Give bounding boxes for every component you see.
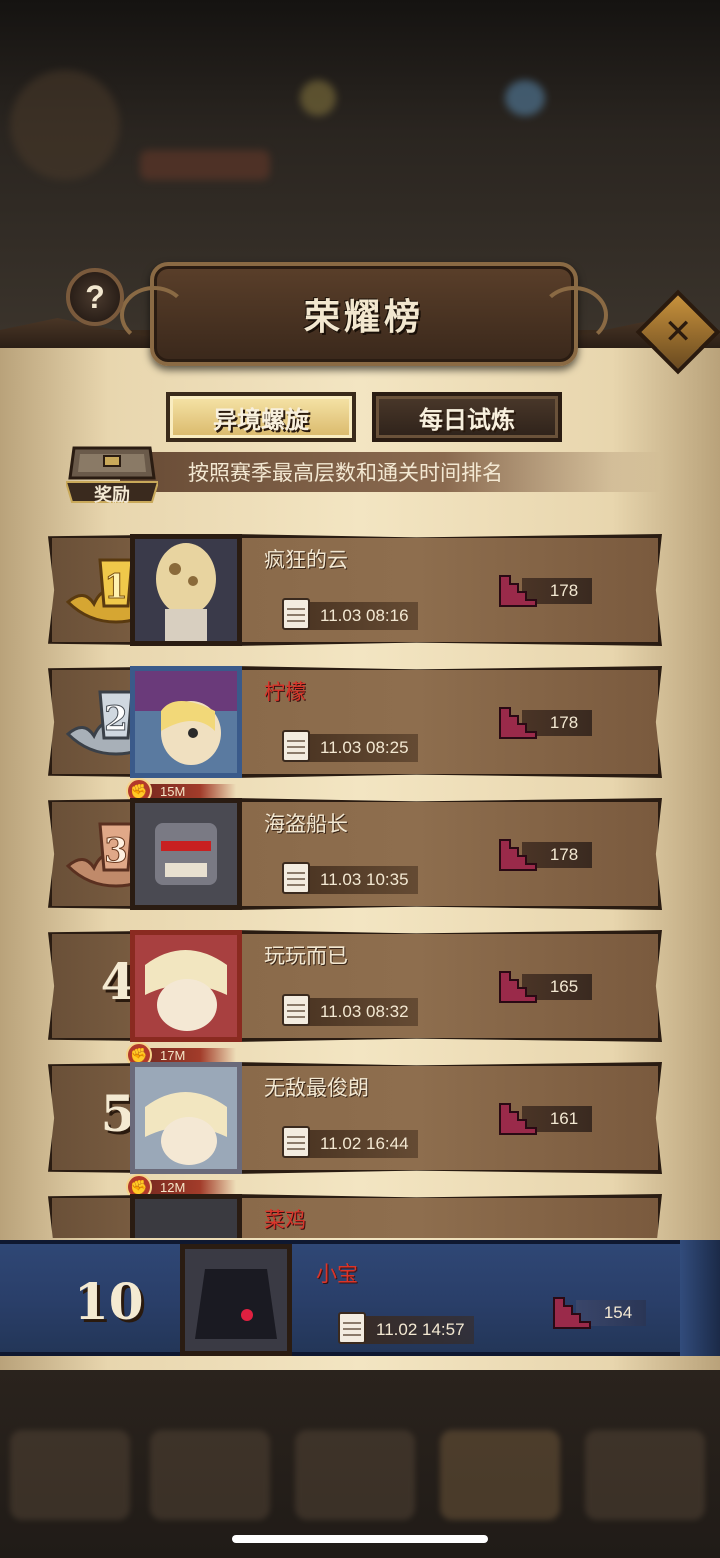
clear-time: 11.03 08:16 (282, 598, 418, 630)
floor-count: 178 (498, 704, 594, 740)
calendar-icon (338, 1312, 366, 1344)
self-rank-number: 10 (74, 1272, 144, 1331)
player-name: 海盗船长 (264, 813, 348, 836)
ranking-description: 按照赛季最高层数和通关时间排名 (120, 452, 660, 492)
clear-time: 11.02 16:44 (282, 1126, 418, 1158)
floor-count: 178 (498, 572, 594, 608)
page-title: 荣耀榜 (303, 296, 424, 337)
clear-time: 11.03 08:25 (282, 730, 418, 762)
player-name: 菜鸡 (264, 1209, 306, 1232)
home-indicator[interactable] (232, 1535, 488, 1543)
reward-button[interactable]: 奖励 (64, 438, 160, 506)
stairs-icon (499, 971, 537, 1003)
clear-time: 11.03 10:35 (282, 862, 418, 894)
svg-text:3: 3 (104, 831, 128, 871)
avatar[interactable] (130, 666, 242, 778)
avatar[interactable] (130, 1194, 242, 1238)
player-name: 疯狂的云 (264, 549, 348, 572)
stairs-icon (499, 839, 537, 871)
avatar[interactable] (130, 798, 242, 910)
player-name: 柠檬 (264, 681, 306, 704)
self-avatar[interactable] (180, 1244, 292, 1356)
bottom-nav-tab[interactable] (585, 1430, 705, 1520)
help-button[interactable]: ? (66, 268, 124, 326)
svg-text:2: 2 (104, 699, 128, 739)
description-text: 按照赛季最高层数和通关时间排名 (188, 462, 503, 485)
bottom-nav-tab[interactable] (150, 1430, 270, 1520)
bottom-nav-tab[interactable] (295, 1430, 415, 1520)
floor-count: 161 (498, 1100, 594, 1136)
ranking-list[interactable]: 1 疯狂的云 11.03 08:16 178 2 15M ✊ 柠檬 11.03 … (0, 520, 720, 1238)
self-floor-count: 154 (552, 1294, 648, 1330)
calendar-icon (282, 730, 310, 762)
stairs-icon (553, 1297, 591, 1329)
bottom-nav-tab[interactable] (10, 1430, 130, 1520)
avatar[interactable] (130, 534, 242, 646)
question-icon: ? (85, 278, 105, 315)
stairs-icon (499, 575, 537, 607)
title-plate: 荣耀榜 (120, 262, 608, 366)
floor-count: 178 (498, 836, 594, 872)
reward-label: 奖励 (94, 485, 130, 505)
close-icon: ✕ (663, 313, 693, 351)
stairs-icon (499, 707, 537, 739)
avatar[interactable] (130, 1062, 242, 1174)
self-player-name: 小宝 (316, 1263, 358, 1286)
clear-time: 11.03 08:32 (282, 994, 418, 1026)
bottom-nav-tab[interactable] (440, 1430, 560, 1520)
self-clear-time: 11.02 14:57 (338, 1312, 474, 1344)
calendar-icon (282, 994, 310, 1026)
blurred-hud (0, 60, 720, 200)
player-name: 玩玩而已 (264, 945, 348, 968)
avatar[interactable] (130, 930, 242, 1042)
tab-spiral[interactable]: 异境螺旋 (166, 392, 356, 442)
calendar-icon (282, 1126, 310, 1158)
calendar-icon (282, 862, 310, 894)
self-row-edge (680, 1240, 720, 1356)
player-name: 无敌最俊朗 (264, 1077, 369, 1100)
floor-count: 165 (498, 968, 594, 1004)
svg-text:1: 1 (104, 567, 128, 607)
stairs-icon (499, 1103, 537, 1135)
tab-daily-trial[interactable]: 每日试炼 (372, 392, 562, 442)
calendar-icon (282, 598, 310, 630)
